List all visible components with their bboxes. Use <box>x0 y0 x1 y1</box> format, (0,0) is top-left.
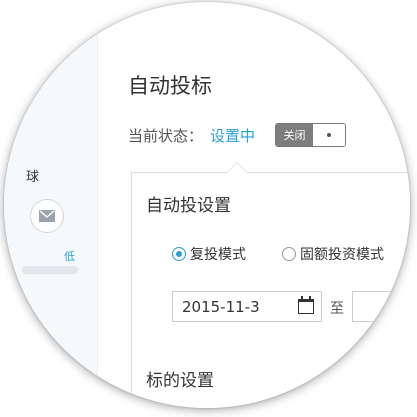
radio-reinvest-mode[interactable]: 复投模式 <box>172 244 246 264</box>
radio-unselected-icon <box>282 247 296 261</box>
mail-icon <box>39 210 55 222</box>
radio-fixed-amount-mode[interactable]: 固额投资模式 <box>282 244 384 264</box>
status-value: 设置中 <box>210 127 256 145</box>
status-label: 当前状态： <box>128 127 204 145</box>
settings-title: 自动投设置 <box>146 196 231 216</box>
lens-content: 球 低 自动投标 当前状态： 设置中 关闭 自动投设置 复投模式 固额投资模式 … <box>4 2 410 408</box>
risk-level-label: 低 <box>64 250 75 263</box>
stage: 球 低 自动投标 当前状态： 设置中 关闭 自动投设置 复投模式 固额投资模式 … <box>0 0 417 417</box>
toggle-knob <box>313 124 345 146</box>
radio-label: 固额投资模式 <box>300 247 384 263</box>
toggle-label: 关闭 <box>276 124 313 146</box>
sidebar: 球 低 <box>4 2 98 408</box>
page-title: 自动投标 <box>128 74 212 98</box>
radio-label: 复投模式 <box>190 247 246 263</box>
target-settings-title: 标的设置 <box>146 371 214 391</box>
mail-button[interactable] <box>30 199 64 233</box>
progress-bar <box>22 266 78 274</box>
start-date-value: 2015-11-3 <box>182 297 260 316</box>
calendar-icon[interactable] <box>298 296 314 314</box>
radio-selected-icon <box>172 247 186 261</box>
start-date-input[interactable]: 2015-11-3 <box>172 291 322 322</box>
end-date-input[interactable] <box>352 291 410 322</box>
settings-box-caret <box>226 162 248 173</box>
auto-bid-toggle[interactable]: 关闭 <box>275 123 346 147</box>
magnifier-lens: 球 低 自动投标 当前状态： 设置中 关闭 自动投设置 复投模式 固额投资模式 … <box>4 2 410 408</box>
sidebar-text: 球 <box>26 170 40 185</box>
date-separator: 至 <box>330 301 344 317</box>
